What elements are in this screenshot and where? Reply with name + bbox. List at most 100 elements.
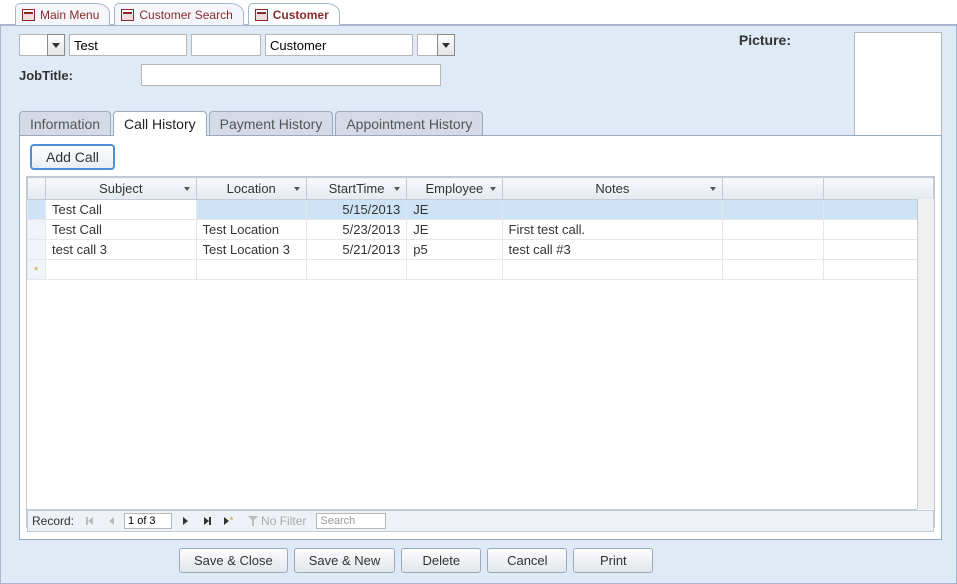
title-combo[interactable] bbox=[19, 34, 65, 56]
col-employee[interactable]: Employee bbox=[407, 178, 502, 200]
form-icon bbox=[255, 9, 268, 21]
caret-down-icon bbox=[442, 43, 450, 48]
col-notes[interactable]: Notes bbox=[502, 178, 723, 200]
cancel-button[interactable]: Cancel bbox=[487, 548, 567, 573]
cell-subject[interactable]: Test Call bbox=[46, 220, 196, 240]
table-row[interactable]: Test Call 5/15/2013 JE bbox=[28, 200, 934, 220]
tab-main-menu[interactable]: Main Menu bbox=[15, 3, 110, 25]
row-selector[interactable] bbox=[28, 240, 46, 260]
tab-payment-history[interactable]: Payment History bbox=[209, 111, 334, 136]
table-row[interactable]: Test Call Test Location 5/23/2013 JE Fir… bbox=[28, 220, 934, 240]
tab-call-history[interactable]: Call History bbox=[113, 111, 207, 136]
tab-customer-search[interactable]: Customer Search bbox=[114, 3, 243, 25]
last-name-input[interactable] bbox=[265, 34, 413, 56]
picture-box[interactable] bbox=[854, 32, 942, 142]
tab-customer[interactable]: Customer bbox=[248, 3, 340, 25]
nav-last-button[interactable] bbox=[198, 513, 216, 529]
suffix-input[interactable] bbox=[417, 34, 437, 56]
record-position-input[interactable] bbox=[124, 513, 172, 529]
new-record-row[interactable]: * bbox=[28, 260, 934, 280]
cell-empty[interactable] bbox=[306, 260, 406, 280]
row-selector[interactable] bbox=[28, 200, 46, 220]
document-tab-strip: Main Menu Customer Search Customer bbox=[0, 0, 957, 25]
form-footer-buttons: Save & Close Save & New Delete Cancel Pr… bbox=[179, 548, 942, 573]
filter-drop-icon[interactable] bbox=[710, 187, 716, 191]
new-record-icon: * bbox=[34, 265, 38, 277]
dropdown-button[interactable] bbox=[437, 34, 455, 56]
tab-appointment-history[interactable]: Appointment History bbox=[335, 111, 483, 136]
cell-subject[interactable]: test call 3 bbox=[46, 240, 196, 260]
no-filter-label: No Filter bbox=[261, 514, 306, 528]
cell-employee[interactable]: JE bbox=[407, 220, 502, 240]
col-starttime[interactable]: StartTime bbox=[306, 178, 406, 200]
cell-notes[interactable]: test call #3 bbox=[502, 240, 723, 260]
cell-location[interactable]: Test Location 3 bbox=[196, 240, 306, 260]
filter-drop-icon[interactable] bbox=[394, 187, 400, 191]
jobtitle-label: JobTitle: bbox=[19, 68, 137, 83]
jobtitle-input[interactable] bbox=[141, 64, 441, 86]
name-row bbox=[19, 34, 942, 56]
record-search-input[interactable] bbox=[316, 513, 386, 529]
row-selector[interactable]: * bbox=[28, 260, 46, 280]
vertical-scrollbar[interactable] bbox=[917, 199, 934, 509]
table-row[interactable]: test call 3 Test Location 3 5/21/2013 p5… bbox=[28, 240, 934, 260]
cell-location[interactable]: Test Location bbox=[196, 220, 306, 240]
select-all-header[interactable] bbox=[28, 178, 46, 200]
cell-location[interactable] bbox=[196, 200, 306, 220]
cell-empty[interactable] bbox=[196, 260, 306, 280]
title-input[interactable] bbox=[19, 34, 47, 56]
tab-information[interactable]: Information bbox=[19, 111, 111, 136]
filter-drop-icon[interactable] bbox=[490, 187, 496, 191]
funnel-icon bbox=[248, 516, 258, 526]
header-row: Subject Location StartTime Employee Note… bbox=[28, 178, 934, 200]
detail-tab-strip: Information Call History Payment History… bbox=[19, 110, 942, 135]
cell-empty[interactable] bbox=[723, 220, 823, 240]
print-button[interactable]: Print bbox=[573, 548, 653, 573]
save-close-button[interactable]: Save & Close bbox=[179, 548, 288, 573]
new-record-icon: * bbox=[229, 515, 233, 527]
tab-label: Customer Search bbox=[139, 8, 232, 22]
cell-notes[interactable] bbox=[502, 200, 723, 220]
col-label: StartTime bbox=[329, 181, 385, 196]
row-selector[interactable] bbox=[28, 220, 46, 240]
cell-empty[interactable] bbox=[502, 260, 723, 280]
save-new-button[interactable]: Save & New bbox=[294, 548, 396, 573]
col-empty[interactable] bbox=[723, 178, 823, 200]
cell-employee[interactable]: JE bbox=[407, 200, 502, 220]
middle-name-input[interactable] bbox=[191, 34, 261, 56]
col-location[interactable]: Location bbox=[196, 178, 306, 200]
no-filter-indicator[interactable]: No Filter bbox=[248, 514, 306, 528]
filter-drop-icon[interactable] bbox=[184, 187, 190, 191]
col-label: Notes bbox=[595, 181, 629, 196]
cell-starttime[interactable]: 5/15/2013 bbox=[306, 200, 406, 220]
cell-starttime[interactable]: 5/21/2013 bbox=[306, 240, 406, 260]
record-navigator: Record: * No Filter bbox=[27, 510, 934, 532]
cell-empty[interactable] bbox=[723, 260, 823, 280]
col-subject[interactable]: Subject bbox=[46, 178, 196, 200]
col-empty[interactable] bbox=[823, 178, 933, 200]
cell-notes[interactable]: First test call. bbox=[502, 220, 723, 240]
col-label: Subject bbox=[99, 181, 142, 196]
cell-starttime[interactable]: 5/23/2013 bbox=[306, 220, 406, 240]
cell-empty[interactable] bbox=[407, 260, 502, 280]
add-call-button[interactable]: Add Call bbox=[30, 144, 115, 170]
caret-down-icon bbox=[52, 43, 60, 48]
filter-drop-icon[interactable] bbox=[294, 187, 300, 191]
cell-empty[interactable] bbox=[723, 200, 823, 220]
cell-employee[interactable]: p5 bbox=[407, 240, 502, 260]
cell-empty[interactable] bbox=[723, 240, 823, 260]
nav-next-button[interactable] bbox=[176, 513, 194, 529]
delete-button[interactable]: Delete bbox=[401, 548, 481, 573]
tab-label: Main Menu bbox=[40, 8, 99, 22]
form-icon bbox=[22, 9, 35, 21]
cell-empty[interactable] bbox=[46, 260, 196, 280]
col-label: Location bbox=[227, 181, 276, 196]
first-name-input[interactable] bbox=[69, 34, 187, 56]
cell-subject[interactable]: Test Call bbox=[46, 200, 196, 220]
record-label: Record: bbox=[32, 514, 74, 528]
nav-new-button[interactable]: * bbox=[220, 513, 238, 529]
dropdown-button[interactable] bbox=[47, 34, 65, 56]
suffix-combo[interactable] bbox=[417, 34, 455, 56]
nav-prev-button[interactable] bbox=[102, 513, 120, 529]
nav-first-button[interactable] bbox=[80, 513, 98, 529]
